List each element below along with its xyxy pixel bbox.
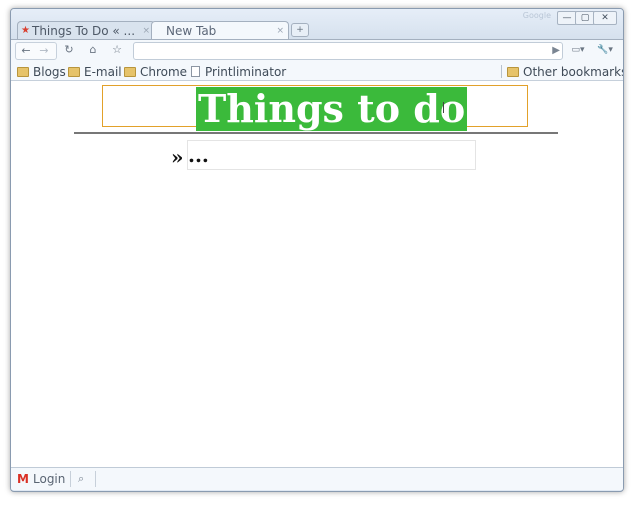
bookmark-email[interactable]: E-mail [68,64,122,80]
go-icon[interactable]: ▶ [552,43,560,59]
folder-icon [17,67,29,77]
bookmarks-bar: Blogs E-mail Chrome Printliminator Other… [11,62,623,81]
forward-icon[interactable]: → [36,43,52,59]
text-cursor [443,102,444,113]
nav-button-group: ← → [15,42,57,60]
back-icon[interactable]: ← [18,43,34,59]
bookmark-label: Blogs [33,65,66,79]
folder-icon [124,67,136,77]
close-tab-icon[interactable]: × [276,22,284,39]
other-bookmarks-label: Other bookmarks [523,65,624,79]
bookmark-printliminator[interactable]: Printliminator [191,64,286,80]
page-title[interactable]: Things to do [196,87,468,131]
folder-icon [507,67,519,77]
favicon-icon: ★ [21,25,30,36]
extension-icon[interactable]: ⌕ [78,472,84,486]
tab-new-tab[interactable]: New Tab × [151,21,289,39]
tab-label: Things To Do « ... [32,24,136,38]
bookmark-label: Chrome [140,65,188,79]
status-bar: M Login ⌕ [11,467,623,490]
star-icon[interactable]: ☆ [109,42,125,58]
home-icon[interactable]: ⌂ [85,42,101,58]
maximize-button[interactable]: ▢ [575,11,595,25]
brand-watermark: Google [522,11,551,20]
bullet-icon: » [171,145,184,169]
page-content: Things to do » ... [11,81,623,467]
status-divider [95,471,96,487]
close-window-button[interactable]: ✕ [593,11,617,25]
tab-things-to-do[interactable]: ★ Things To Do « ... × [17,21,155,39]
page-menu-icon[interactable]: ▭▾ [567,42,589,58]
divider [74,132,558,134]
toolbar: ← → ↻ ⌂ ☆ ▶ ▭▾ 🔧▾ [11,39,623,62]
other-bookmarks[interactable]: Other bookmarks [507,64,624,80]
reload-icon[interactable]: ↻ [61,42,77,58]
login-link[interactable]: Login [33,472,65,486]
bookmark-label: Printliminator [205,65,287,79]
bookmark-label: E-mail [84,65,122,79]
bookmark-blogs[interactable]: Blogs [17,64,66,80]
status-divider [70,471,71,487]
task-input[interactable]: ... [187,140,476,170]
minimize-button[interactable]: — [557,11,577,25]
title-bar: Google — ▢ ✕ ★ Things To Do « ... × New … [11,9,623,39]
gmail-icon[interactable]: M [17,473,29,485]
close-tab-icon[interactable]: × [142,22,150,39]
new-tab-button[interactable]: + [291,23,309,37]
tab-label: New Tab [166,24,217,38]
page-icon [191,66,200,77]
bookmarks-divider [501,65,502,78]
browser-window: Google — ▢ ✕ ★ Things To Do « ... × New … [10,8,624,492]
wrench-icon[interactable]: 🔧▾ [593,42,617,58]
folder-icon [68,67,80,77]
bookmark-chrome[interactable]: Chrome [124,64,187,80]
address-bar[interactable]: ▶ [133,42,563,60]
